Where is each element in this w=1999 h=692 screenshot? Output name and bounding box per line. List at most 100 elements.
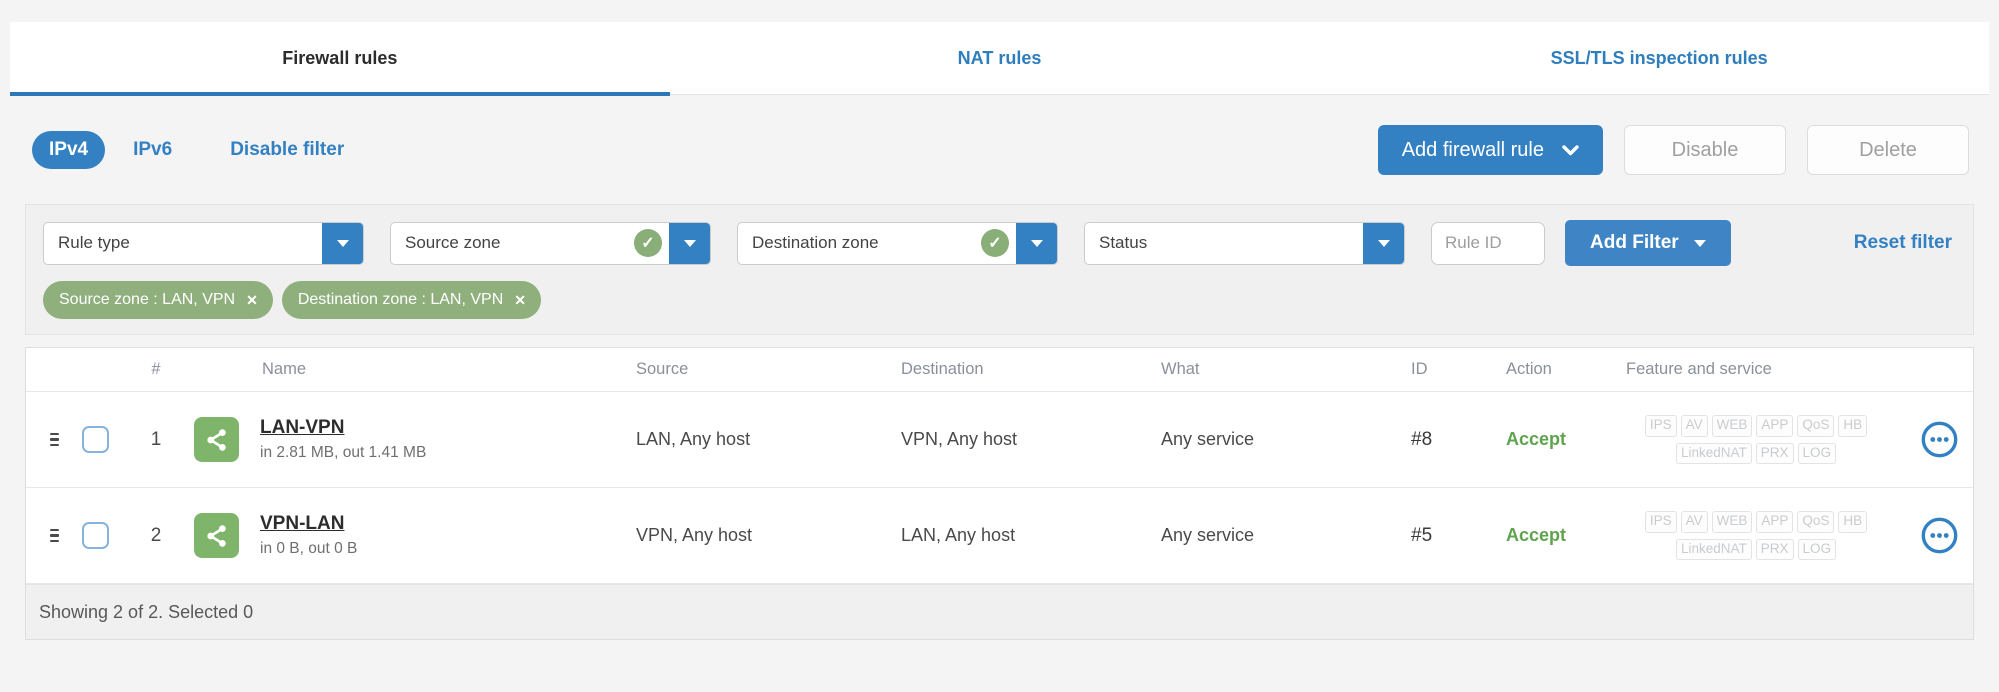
column-header-destination: Destination — [901, 360, 984, 378]
table-row: 2 VPN-LAN in 0 B, out 0 B VPN, Any host … — [26, 488, 1973, 584]
row-more-options-icon[interactable] — [1919, 419, 1960, 460]
rule-position: 2 — [150, 524, 162, 546]
source-zone-select-arrow-button[interactable] — [669, 222, 710, 264]
status-select-label: Status — [1099, 233, 1148, 252]
tab-nat-rules-label: NAT rules — [957, 47, 1042, 68]
caret-down-icon — [336, 239, 349, 253]
showing-count-text: Showing 2 of 2. Selected 0 — [39, 601, 254, 622]
rule-source: LAN, Any host — [636, 429, 751, 449]
feature-badge-av: AV — [1680, 414, 1708, 437]
destination-zone-select-label: Destination zone — [752, 233, 879, 252]
status-select-arrow-button[interactable] — [1363, 222, 1404, 264]
ipv6-toggle[interactable]: IPv6 — [133, 139, 172, 161]
rule-destination: LAN, Any host — [901, 525, 1016, 545]
feature-badges: IPS AV WEB APP QoS HB LinkedNAT PRX LOG — [1606, 510, 1906, 561]
feature-badges: IPS AV WEB APP QoS HB LinkedNAT PRX LOG — [1606, 414, 1906, 465]
add-filter-button[interactable]: Add Filter — [1565, 220, 1731, 266]
caret-down-icon — [1030, 239, 1043, 253]
source-zone-filter-chip: Source zone : LAN, VPN ✕ — [43, 281, 273, 319]
share-nodes-icon — [206, 524, 226, 547]
rule-type-select-label: Rule type — [58, 233, 130, 252]
feature-badge-av: AV — [1680, 510, 1708, 533]
reset-filter-link[interactable]: Reset filter — [1854, 232, 1952, 254]
firewall-rules-table: # Name Source Destination What ID Action… — [25, 347, 1974, 640]
caret-down-icon — [1693, 239, 1706, 253]
feature-badge-hb: HB — [1838, 510, 1868, 533]
rule-type-tabbar: Firewall rules NAT rules SSL/TLS inspect… — [10, 22, 1989, 96]
destination-zone-select[interactable]: Destination zone ✓ — [737, 221, 1058, 265]
feature-badge-app: APP — [1756, 510, 1794, 533]
rule-type-select[interactable]: Rule type — [43, 221, 364, 265]
feature-badge-web: WEB — [1711, 510, 1753, 533]
toolbar: IPv4 IPv6 Disable filter Add firewall ru… — [32, 125, 1969, 175]
tab-ssl-tls-inspection-rules[interactable]: SSL/TLS inspection rules — [1329, 22, 1989, 94]
disable-filter-link[interactable]: Disable filter — [230, 139, 344, 161]
chevron-down-icon — [1562, 144, 1579, 155]
row-checkbox[interactable] — [82, 426, 109, 453]
add-filter-label: Add Filter — [1590, 232, 1679, 253]
filter-controls-row: Rule type Source zone ✓ Destination zone… — [43, 220, 1957, 266]
destination-zone-filter-chip-label: Destination zone : LAN, VPN — [297, 291, 504, 308]
source-zone-filter-chip-label: Source zone : LAN, VPN — [59, 291, 236, 308]
tab-firewall-rules-label: Firewall rules — [282, 47, 398, 68]
rule-what: Any service — [1161, 429, 1255, 449]
destination-zone-select-arrow-button[interactable] — [1016, 222, 1057, 264]
row-checkbox[interactable] — [82, 522, 109, 549]
feature-badge-app: APP — [1756, 414, 1794, 437]
table-footer: Showing 2 of 2. Selected 0 — [26, 584, 1973, 639]
rule-name-link[interactable]: LAN-VPN — [260, 417, 344, 439]
ipv4-toggle[interactable]: IPv4 — [32, 131, 106, 169]
filter-panel: Rule type Source zone ✓ Destination zone… — [25, 204, 1974, 335]
feature-badge-ips: IPS — [1644, 414, 1677, 437]
delete-button[interactable]: Delete — [1807, 125, 1969, 175]
column-header-feature-and-service: Feature and service — [1626, 360, 1772, 378]
column-header-action: Action — [1506, 360, 1552, 378]
feature-badge-qos: QoS — [1797, 510, 1835, 533]
rule-type-select-arrow-button[interactable] — [322, 222, 363, 264]
rule-source: VPN, Any host — [636, 525, 753, 545]
rule-id-input[interactable] — [1431, 221, 1545, 265]
destination-zone-filter-chip: Destination zone : LAN, VPN ✕ — [281, 281, 541, 319]
caret-down-icon — [683, 239, 696, 253]
remove-filter-icon[interactable]: ✕ — [246, 293, 258, 307]
table-header-row: # Name Source Destination What ID Action… — [26, 348, 1973, 392]
remove-filter-icon[interactable]: ✕ — [514, 293, 526, 307]
column-header-what: What — [1161, 360, 1200, 378]
disable-button[interactable]: Disable — [1624, 125, 1786, 175]
column-header-source: Source — [636, 360, 689, 378]
feature-badge-web: WEB — [1711, 414, 1753, 437]
tab-ssl-tls-inspection-rules-label: SSL/TLS inspection rules — [1550, 47, 1768, 68]
source-zone-select[interactable]: Source zone ✓ — [390, 221, 711, 265]
share-nodes-icon — [206, 428, 226, 451]
active-filter-chips: Source zone : LAN, VPN ✕ Destination zon… — [43, 281, 1957, 319]
source-zone-select-label: Source zone — [405, 233, 501, 252]
tab-nat-rules[interactable]: NAT rules — [670, 22, 1330, 94]
column-header-name: Name — [262, 360, 307, 378]
feature-badge-log: LOG — [1797, 538, 1837, 561]
add-firewall-rule-button[interactable]: Add firewall rule — [1377, 125, 1603, 175]
feature-badge-hb: HB — [1838, 414, 1868, 437]
rule-id: #8 — [1411, 428, 1433, 450]
rule-what: Any service — [1161, 525, 1255, 545]
filter-active-check-icon: ✓ — [634, 229, 662, 257]
feature-badge-linkednat: LinkedNAT — [1675, 538, 1752, 561]
network-rule-icon — [194, 417, 239, 462]
rule-name-link[interactable]: VPN-LAN — [260, 513, 344, 535]
status-select[interactable]: Status — [1084, 221, 1405, 265]
rule-destination: VPN, Any host — [901, 429, 1018, 449]
drag-handle[interactable] — [46, 525, 63, 547]
drag-handle[interactable] — [46, 429, 63, 451]
caret-down-icon — [1377, 239, 1390, 253]
rule-traffic-stats: in 2.81 MB, out 1.41 MB — [260, 444, 427, 461]
add-firewall-rule-label: Add firewall rule — [1401, 138, 1544, 161]
column-header-id: ID — [1411, 360, 1428, 378]
filter-active-check-icon: ✓ — [981, 229, 1009, 257]
feature-badge-linkednat: LinkedNAT — [1675, 442, 1752, 465]
network-rule-icon — [194, 513, 239, 558]
feature-badge-ips: IPS — [1644, 510, 1677, 533]
tab-firewall-rules[interactable]: Firewall rules — [10, 22, 670, 96]
row-more-options-icon[interactable] — [1919, 515, 1960, 556]
rule-action-accept: Accept — [1506, 525, 1567, 545]
rule-id: #5 — [1411, 524, 1433, 546]
table-row: 1 LAN-VPN in 2.81 MB, out 1.41 MB LAN, A… — [26, 392, 1973, 488]
